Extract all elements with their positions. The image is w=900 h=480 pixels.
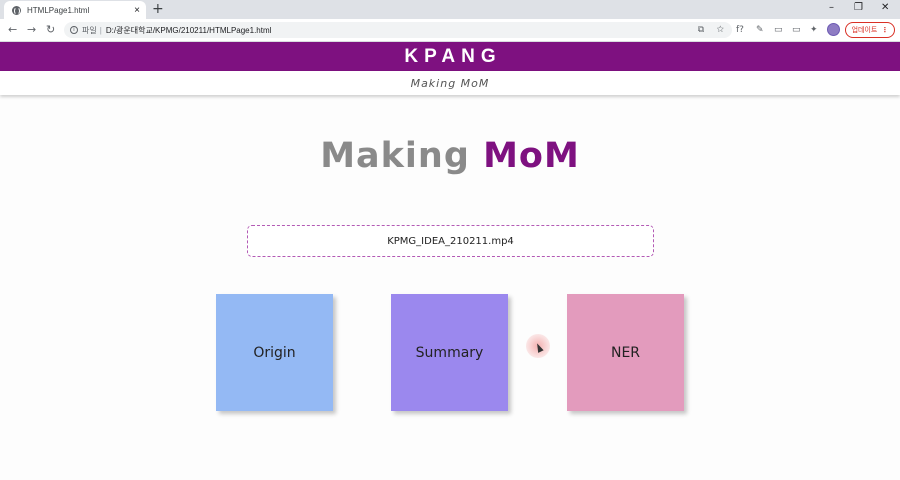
extension-box-icon[interactable]: ▭ <box>792 24 801 36</box>
info-icon[interactable]: i <box>70 26 78 34</box>
update-button[interactable]: 업데이트 ⋮ <box>845 22 895 38</box>
extension-formula-icon[interactable]: f? <box>736 24 744 36</box>
forward-icon[interactable]: → <box>27 23 36 37</box>
origin-card-button[interactable]: Origin <box>216 294 333 411</box>
title-word-mom: MoM <box>483 136 580 176</box>
new-tab-button[interactable]: + <box>152 1 164 17</box>
protocol-label: 파일 <box>82 25 97 35</box>
site-header: KPANG <box>0 42 900 71</box>
address-separator: | <box>99 25 102 35</box>
translate-icon[interactable]: ⧉ <box>698 24 704 34</box>
browser-tab[interactable]: HTMLPage1.html × <box>4 1 146 19</box>
summary-card-label: Summary <box>415 344 484 361</box>
close-window-button[interactable]: ✕ <box>881 2 889 14</box>
browser-toolbar: ← → ↻ i 파일 | D:/광운대학교/KPMG/210211/HTMLPa… <box>0 19 900 42</box>
reload-icon[interactable]: ↻ <box>46 23 55 37</box>
bookmark-star-icon[interactable]: ☆ <box>717 24 724 34</box>
file-name: KPMG_IDEA_210211.mp4 <box>387 235 514 247</box>
extensions-puzzle-icon[interactable]: ✦ <box>810 24 818 36</box>
summary-card-button[interactable]: Summary <box>391 294 508 411</box>
brand-logo: KPANG <box>404 45 502 67</box>
title-word-making: Making <box>320 136 470 176</box>
page-title: Making MoM <box>0 136 900 176</box>
site-subtitle: Making MoM <box>410 76 490 90</box>
globe-icon <box>12 5 21 15</box>
ner-card-button[interactable]: NER <box>567 294 684 411</box>
close-tab-icon[interactable]: × <box>134 5 140 16</box>
back-icon[interactable]: ← <box>8 23 17 37</box>
restore-button[interactable]: ❐ <box>854 2 863 14</box>
update-button-label: 업데이트 <box>851 26 878 34</box>
sub-header: Making MoM <box>0 71 900 95</box>
ner-card-label: NER <box>610 344 641 361</box>
origin-card-label: Origin <box>253 344 296 361</box>
kebab-menu-icon[interactable]: ⋮ <box>881 26 888 34</box>
address-bar[interactable]: i 파일 | D:/광운대학교/KPMG/210211/HTMLPage1.ht… <box>64 22 732 38</box>
tab-strip: HTMLPage1.html × + – ❐ ✕ <box>0 0 900 19</box>
url-text[interactable]: D:/광운대학교/KPMG/210211/HTMLPage1.html <box>106 25 272 36</box>
tab-title: HTMLPage1.html <box>27 5 90 15</box>
extension-screen-icon[interactable]: ▭ <box>774 24 783 36</box>
minimize-button[interactable]: – <box>829 2 834 14</box>
file-upload-box[interactable]: KPMG_IDEA_210211.mp4 <box>247 225 654 257</box>
profile-avatar[interactable] <box>827 23 840 36</box>
extension-pen-icon[interactable]: ✎ <box>756 24 764 36</box>
